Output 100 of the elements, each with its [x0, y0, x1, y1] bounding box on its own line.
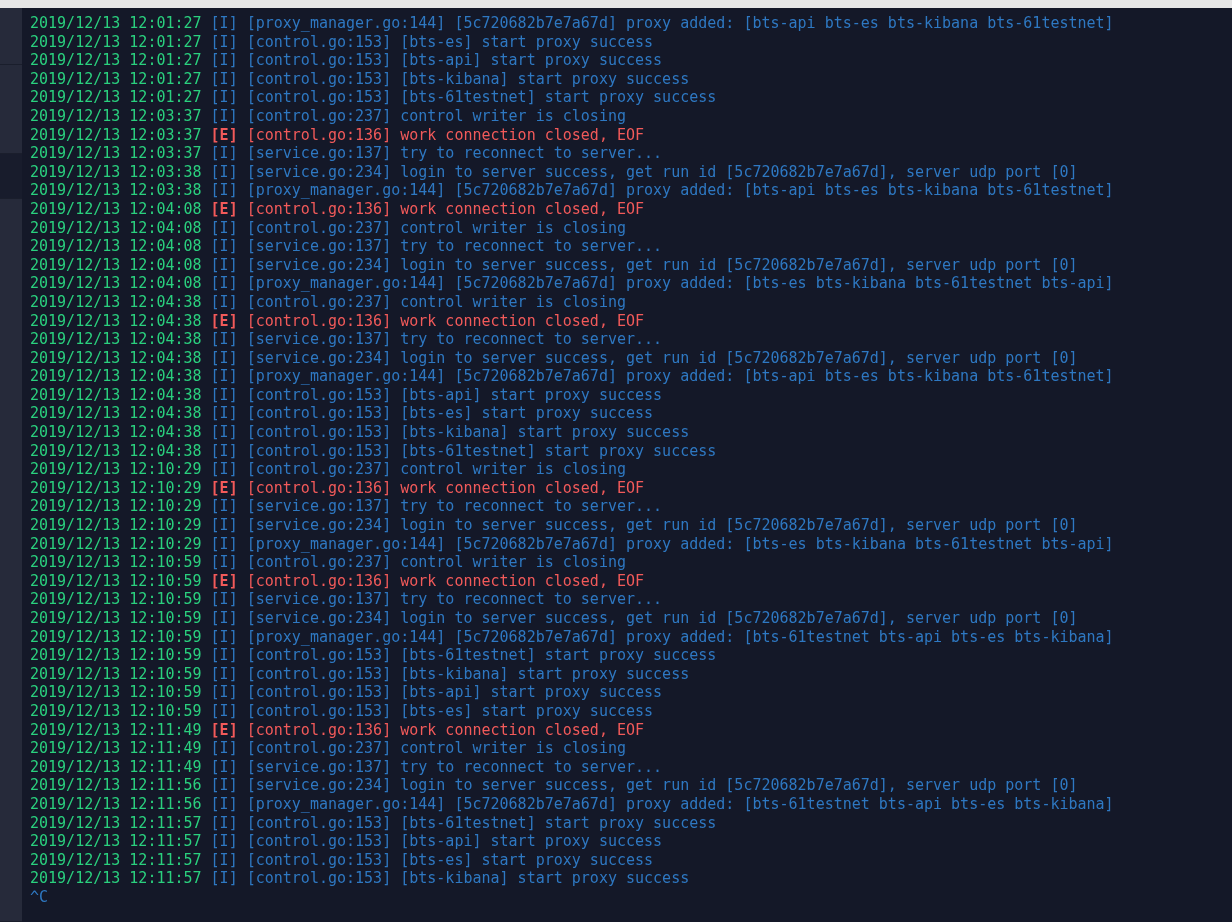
- log-message: [control.go:153] [bts-es] start proxy success: [246, 404, 654, 424]
- log-message: [service.go:137] try to reconnect to server...: [246, 237, 663, 256]
- log-message: [control.go:237] control writer is closing: [246, 106, 626, 126]
- log-level: [I]: [210, 534, 238, 554]
- log-timestamp: 2019/12/13 12:04:38: [30, 311, 202, 331]
- log-timestamp: 2019/12/13 12:04:08: [30, 255, 202, 275]
- log-level: [I]: [210, 237, 238, 256]
- log-message: [control.go:136] work connection closed, EOF: [246, 720, 645, 740]
- log-level: [I]: [210, 683, 238, 702]
- log-timestamp: 2019/12/13 12:10:59: [30, 664, 202, 684]
- log-message: [control.go:153] [bts-es] start proxy success: [246, 850, 654, 870]
- log-timestamp: 2019/12/13 12:10:59: [30, 571, 202, 591]
- log-message: [service.go:234] login to server success, get run id [5c720682b7e7a67d], server udp port [0]: [246, 348, 1078, 368]
- log-message: [proxy_manager.go:144] [5c720682b7e7a67d] proxy added: [bts-61testnet bts-api bts-es bts-kibana]: [246, 794, 1114, 814]
- log-level: [I]: [210, 51, 238, 70]
- log-message: [proxy_manager.go:144] [5c720682b7e7a67d] proxy added: [bts-api bts-es bts-kibana bts-61testnet]: [246, 367, 1114, 386]
- log-timestamp: 2019/12/13 12:04:08: [30, 237, 202, 256]
- log-message: [proxy_manager.go:144] [5c720682b7e7a67d] proxy added: [bts-es bts-kibana bts-61testnet bts-api]: [246, 534, 1114, 554]
- log-level: [I]: [210, 516, 238, 535]
- log-level: [I]: [210, 627, 238, 647]
- log-timestamp: 2019/12/13 12:11:56: [30, 776, 202, 795]
- log-message: [control.go:153] [bts-api] start proxy success: [246, 51, 663, 70]
- log-timestamp: 2019/12/13 12:01:27: [30, 69, 202, 89]
- log-timestamp: 2019/12/13 12:01:27: [30, 14, 202, 33]
- log-message: [control.go:153] [bts-61testnet] start proxy success: [246, 441, 717, 461]
- log-message: [service.go:137] try to reconnect to server...: [246, 757, 663, 777]
- log-timestamp: 2019/12/13 12:11:57: [30, 869, 202, 888]
- log-level: [I]: [210, 14, 238, 33]
- log-timestamp: 2019/12/13 12:01:27: [30, 88, 202, 107]
- log-timestamp: 2019/12/13 12:11:49: [30, 739, 202, 758]
- log-timestamp: 2019/12/13 12:10:29: [30, 460, 202, 479]
- log-message: [service.go:137] try to reconnect to server...: [246, 330, 663, 349]
- log-level: [E]: [210, 125, 238, 145]
- log-level: [E]: [210, 199, 238, 219]
- log-timestamp: 2019/12/13 12:03:37: [30, 144, 202, 163]
- log-message: [control.go:153] [bts-kibana] start proxy success: [246, 423, 690, 442]
- log-timestamp: 2019/12/13 12:04:08: [30, 274, 202, 293]
- log-timestamp: 2019/12/13 12:03:37: [30, 125, 202, 145]
- log-level: [I]: [210, 385, 238, 405]
- log-timestamp: 2019/12/13 12:01:27: [30, 51, 202, 70]
- log-timestamp: 2019/12/13 12:10:29: [30, 516, 202, 535]
- log-message: [control.go:136] work connection closed, EOF: [246, 478, 645, 498]
- log-level: [I]: [210, 162, 238, 182]
- log-timestamp: 2019/12/13 12:04:38: [30, 423, 202, 442]
- log-message: [proxy_manager.go:144] [5c720682b7e7a67d] proxy added: [bts-api bts-es bts-kibana bts-61testnet]: [246, 14, 1114, 33]
- log-message: [control.go:237] control writer is closing: [246, 218, 626, 238]
- log-message: [control.go:153] [bts-es] start proxy success: [246, 32, 654, 52]
- log-message: [control.go:237] control writer is closing: [246, 292, 626, 312]
- log-timestamp: 2019/12/13 12:04:38: [30, 385, 202, 405]
- prompt-text: ^C: [30, 887, 49, 906]
- log-level: [I]: [210, 274, 238, 293]
- log-message: [control.go:237] control writer is closing: [246, 739, 626, 758]
- log-timestamp: 2019/12/13 12:10:29: [30, 497, 202, 517]
- log-level: [E]: [210, 478, 238, 498]
- log-timestamp: 2019/12/13 12:10:29: [30, 534, 202, 554]
- log-timestamp: 2019/12/13 12:04:08: [30, 218, 202, 238]
- log-level: [I]: [210, 181, 238, 200]
- log-timestamp: 2019/12/13 12:10:59: [30, 553, 202, 572]
- log-message: [control.go:153] [bts-kibana] start proxy success: [246, 69, 690, 89]
- log-timestamp: 2019/12/13 12:10:59: [30, 609, 202, 628]
- log-message: [control.go:136] work connection closed, EOF: [246, 311, 645, 331]
- log-message: [control.go:237] control writer is closing: [246, 460, 626, 479]
- log-message: [proxy_manager.go:144] [5c720682b7e7a67d] proxy added: [bts-api bts-es bts-kibana bts-61testnet]: [246, 181, 1114, 200]
- log-message: [control.go:153] [bts-kibana] start proxy success: [246, 869, 690, 888]
- log-message: [control.go:136] work connection closed, EOF: [246, 199, 645, 219]
- log-level: [I]: [210, 832, 238, 851]
- log-message: [service.go:234] login to server success, get run id [5c720682b7e7a67d], server udp port [0]: [246, 609, 1078, 628]
- log-message: [service.go:234] login to server success, get run id [5c720682b7e7a67d], server udp port [0]: [246, 255, 1078, 275]
- log-level: [I]: [210, 423, 238, 442]
- log-level: [I]: [210, 664, 238, 684]
- log-message: [service.go:234] login to server success, get run id [5c720682b7e7a67d], server udp port [0]: [246, 516, 1078, 535]
- log-message: [service.go:137] try to reconnect to server...: [246, 590, 663, 609]
- log-level: [I]: [210, 88, 238, 107]
- log-level: [I]: [210, 32, 238, 52]
- log-timestamp: 2019/12/13 12:10:59: [30, 646, 202, 665]
- log-timestamp: 2019/12/13 12:04:38: [30, 441, 202, 461]
- log-level: [I]: [210, 757, 238, 777]
- log-message: [service.go:234] login to server success, get run id [5c720682b7e7a67d], server udp port [0]: [246, 162, 1078, 182]
- log-level: [I]: [210, 144, 238, 163]
- log-message: [control.go:153] [bts-api] start proxy success: [246, 832, 663, 851]
- log-timestamp: 2019/12/13 12:10:29: [30, 478, 202, 498]
- log-level: [I]: [210, 348, 238, 368]
- log-level: [I]: [210, 69, 238, 89]
- log-level: [I]: [210, 367, 238, 386]
- log-timestamp: 2019/12/13 12:11:56: [30, 794, 202, 814]
- log-timestamp: 2019/12/13 12:04:08: [30, 199, 202, 219]
- log-timestamp: 2019/12/13 12:04:38: [30, 348, 202, 368]
- log-message: [control.go:153] [bts-kibana] start proxy success: [246, 664, 690, 684]
- log-message: [control.go:153] [bts-es] start proxy success: [246, 701, 654, 721]
- log-message: [control.go:237] control writer is closing: [246, 553, 626, 572]
- log-level: [I]: [210, 590, 238, 609]
- log-timestamp: 2019/12/13 12:11:49: [30, 720, 202, 740]
- log-timestamp: 2019/12/13 12:03:38: [30, 162, 202, 182]
- log-timestamp: 2019/12/13 12:04:38: [30, 367, 202, 386]
- log-level: [I]: [210, 330, 238, 349]
- log-message: [control.go:136] work connection closed, EOF: [246, 125, 645, 145]
- log-timestamp: 2019/12/13 12:10:59: [30, 590, 202, 609]
- log-timestamp: 2019/12/13 12:10:59: [30, 683, 202, 702]
- log-timestamp: 2019/12/13 12:11:57: [30, 813, 202, 833]
- log-level: [I]: [210, 850, 238, 870]
